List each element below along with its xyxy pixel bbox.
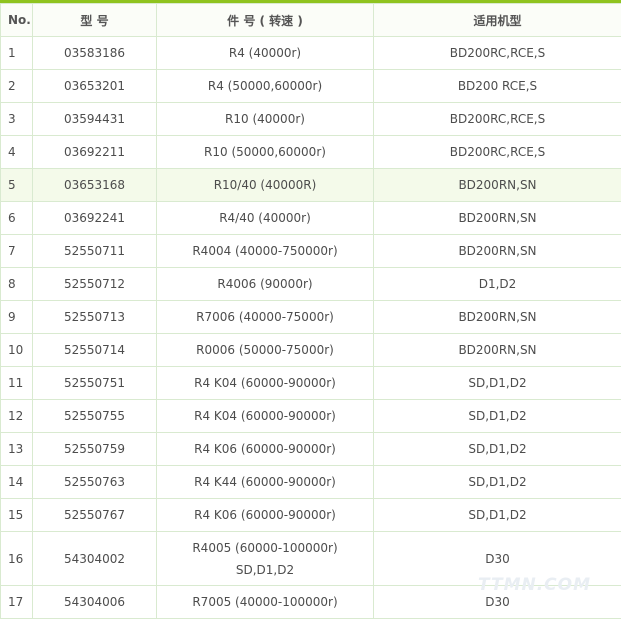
cell-model: 03653168	[32, 168, 157, 202]
table-row: 4 03692211 R10 (50000,60000r) BD200RC,RCE,S	[0, 135, 621, 169]
cell-part: R4 K06 (60000-90000r)	[156, 498, 374, 532]
cell-machine: BD200 RCE,S	[373, 69, 621, 103]
table-row: 7 52550711 R4004 (40000-750000r) BD200RN,SN	[0, 234, 621, 268]
cell-no: 3	[0, 102, 33, 136]
table-row: 6 03692241 R4/40 (40000r) BD200RN,SN	[0, 201, 621, 235]
cell-part: R4 K06 (60000-90000r)	[156, 432, 374, 466]
cell-part: R4 (50000,60000r)	[156, 69, 374, 103]
cell-part-line2: SD,D1,D2	[235, 562, 295, 577]
cell-no: 13	[0, 432, 33, 466]
table-row: 1 03583186 R4 (40000r) BD200RC,RCE,S	[0, 36, 621, 70]
cell-part: R4006 (90000r)	[156, 267, 374, 301]
cell-no: 16	[0, 531, 33, 586]
cell-no: 15	[0, 498, 33, 532]
cell-model: 03653201	[32, 69, 157, 103]
cell-part: R7006 (40000-75000r)	[156, 300, 374, 334]
cell-model: 03594431	[32, 102, 157, 136]
cell-part: R0006 (50000-75000r)	[156, 333, 374, 367]
cell-part: R10 (50000,60000r)	[156, 135, 374, 169]
cell-model: 52550711	[32, 234, 157, 268]
cell-machine: SD,D1,D2	[373, 399, 621, 433]
cell-model: 03583186	[32, 36, 157, 70]
cell-machine: BD200RN,SN	[373, 201, 621, 235]
table-row-highlighted: 5 03653168 R10/40 (40000R) BD200RN,SN	[0, 168, 621, 202]
header-no: No.	[0, 3, 33, 37]
table-header-row: No. 型 号 件 号 ( 转速 ) 适用机型	[0, 3, 621, 37]
cell-part: R4 (40000r)	[156, 36, 374, 70]
cell-part: R10/40 (40000R)	[156, 168, 374, 202]
cell-model: 52550759	[32, 432, 157, 466]
cell-no: 2	[0, 69, 33, 103]
cell-part: R10 (40000r)	[156, 102, 374, 136]
cell-machine: BD200RN,SN	[373, 234, 621, 268]
cell-model: 52550712	[32, 267, 157, 301]
header-model: 型 号	[32, 3, 157, 37]
cell-machine: BD200RC,RCE,S	[373, 135, 621, 169]
cell-model: 52550751	[32, 366, 157, 400]
cell-part: R7005 (40000-100000r)	[156, 585, 374, 619]
cell-model: 03692211	[32, 135, 157, 169]
cell-no: 4	[0, 135, 33, 169]
cell-part: R4004 (40000-750000r)	[156, 234, 374, 268]
table-row: 14 52550763 R4 K44 (60000-90000r) SD,D1,D2	[0, 465, 621, 499]
table-row: 17 54304006 R7005 (40000-100000r) D30	[0, 585, 621, 619]
cell-model: 52550755	[32, 399, 157, 433]
cell-machine: SD,D1,D2	[373, 465, 621, 499]
cell-model: 03692241	[32, 201, 157, 235]
cell-part: R4 K04 (60000-90000r)	[156, 399, 374, 433]
cell-machine: BD200RN,SN	[373, 333, 621, 367]
cell-no: 17	[0, 585, 33, 619]
cell-no: 10	[0, 333, 33, 367]
cell-model: 52550713	[32, 300, 157, 334]
cell-no: 6	[0, 201, 33, 235]
table-row: 15 52550767 R4 K06 (60000-90000r) SD,D1,D2	[0, 498, 621, 532]
header-part: 件 号 ( 转速 )	[156, 3, 374, 37]
cell-model: 52550714	[32, 333, 157, 367]
cell-model: 54304002	[32, 531, 157, 586]
cell-machine: D1,D2	[373, 267, 621, 301]
cell-machine: SD,D1,D2	[373, 498, 621, 532]
cell-machine: SD,D1,D2	[373, 366, 621, 400]
cell-machine: BD200RC,RCE,S	[373, 102, 621, 136]
table-row: 16 54304002 R4005 (60000-100000r) SD,D1,D…	[0, 531, 621, 586]
cell-no: 7	[0, 234, 33, 268]
cell-no: 8	[0, 267, 33, 301]
parts-table: No. 型 号 件 号 ( 转速 ) 适用机型 1 03583186 R4 (400…	[0, 3, 621, 619]
cell-no: 9	[0, 300, 33, 334]
table-row: 8 52550712 R4006 (90000r) D1,D2	[0, 267, 621, 301]
cell-machine: BD200RC,RCE,S	[373, 36, 621, 70]
table-row: 3 03594431 R10 (40000r) BD200RC,RCE,S	[0, 102, 621, 136]
cell-machine: D30	[373, 531, 621, 586]
cell-no: 14	[0, 465, 33, 499]
cell-part: R4 K44 (60000-90000r)	[156, 465, 374, 499]
cell-machine: BD200RN,SN	[373, 168, 621, 202]
cell-part: R4005 (60000-100000r) SD,D1,D2	[156, 531, 374, 586]
table-row: 13 52550759 R4 K06 (60000-90000r) SD,D1,D2	[0, 432, 621, 466]
cell-part: R4 K04 (60000-90000r)	[156, 366, 374, 400]
cell-no: 11	[0, 366, 33, 400]
cell-part-line1: R4005 (60000-100000r)	[192, 540, 338, 555]
cell-machine: D30	[373, 585, 621, 619]
table-row: 10 52550714 R0006 (50000-75000r) BD200RN,SN	[0, 333, 621, 367]
cell-machine: SD,D1,D2	[373, 432, 621, 466]
cell-model: 52550767	[32, 498, 157, 532]
cell-no: 12	[0, 399, 33, 433]
cell-no: 1	[0, 36, 33, 70]
table-row: 9 52550713 R7006 (40000-75000r) BD200RN,SN	[0, 300, 621, 334]
header-machine: 适用机型	[373, 3, 621, 37]
table-row: 2 03653201 R4 (50000,60000r) BD200 RCE,S	[0, 69, 621, 103]
cell-model: 52550763	[32, 465, 157, 499]
cell-part: R4/40 (40000r)	[156, 201, 374, 235]
cell-machine: BD200RN,SN	[373, 300, 621, 334]
table-row: 11 52550751 R4 K04 (60000-90000r) SD,D1,D2	[0, 366, 621, 400]
cell-no: 5	[0, 168, 33, 202]
table-row: 12 52550755 R4 K04 (60000-90000r) SD,D1,D2	[0, 399, 621, 433]
cell-model: 54304006	[32, 585, 157, 619]
